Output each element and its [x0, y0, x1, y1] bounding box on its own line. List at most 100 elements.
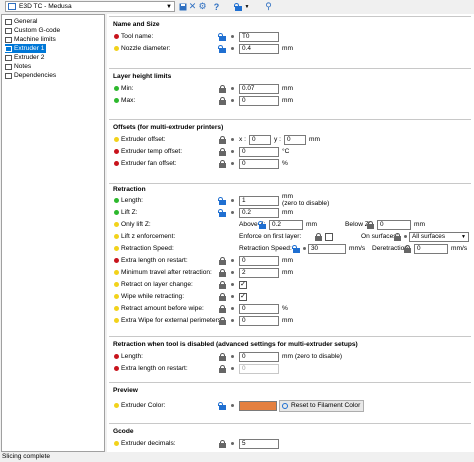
bullet-icon	[231, 150, 234, 153]
tree-item-dependencies[interactable]: Dependencies	[5, 71, 56, 80]
bullet-icon	[303, 247, 306, 250]
simple-indicator	[114, 98, 119, 103]
unit: mm	[282, 209, 293, 216]
locked-icon[interactable]	[219, 281, 226, 289]
search-icon[interactable]: ⚲	[264, 1, 273, 12]
locked-icon[interactable]	[219, 353, 226, 361]
unit: mm	[282, 193, 293, 200]
locked-icon[interactable]	[219, 257, 226, 265]
row-nozzle-diameter: Nozzle diameter: 0.4 mm	[109, 44, 471, 54]
extruder-color-swatch[interactable]	[239, 401, 277, 411]
unit: mm/s	[349, 245, 366, 252]
unlocked-icon[interactable]	[218, 33, 226, 41]
nozzle-diameter-input[interactable]: 0.4	[239, 44, 279, 54]
group-gcode: Gcode Extruder decimals: 5	[109, 423, 471, 452]
retract-length-input[interactable]: 1	[239, 196, 279, 206]
delete-icon[interactable]: ✕	[188, 1, 197, 12]
machine-icon	[5, 36, 12, 43]
lift-z-input[interactable]: 0.2	[239, 208, 279, 218]
advanced-indicator	[114, 318, 119, 323]
tree-item-notes[interactable]: Notes	[5, 62, 31, 71]
unit: mm	[309, 136, 320, 143]
tree-item-custom-gcode[interactable]: Custom G-code	[5, 26, 60, 35]
advanced-indicator	[114, 222, 119, 227]
bullet-icon	[231, 404, 234, 407]
unlocked-icon[interactable]	[218, 402, 226, 410]
locked-icon[interactable]	[219, 305, 226, 313]
extra-restart-input[interactable]: 0	[239, 256, 279, 266]
tree-item-extruder-1[interactable]: Extruder 1	[5, 44, 47, 53]
label: Nozzle diameter:	[121, 45, 171, 52]
locked-icon[interactable]	[394, 233, 401, 241]
label: Min:	[121, 85, 134, 92]
disabled-extra-input: 0	[239, 364, 279, 374]
bullet-icon	[231, 295, 234, 298]
bullet-icon	[231, 47, 234, 50]
locked-icon[interactable]	[219, 440, 226, 448]
unlocked-icon[interactable]	[292, 245, 300, 253]
offset-y-input[interactable]: 0	[284, 135, 306, 145]
unlocked-icon[interactable]	[258, 221, 266, 229]
unit: mm	[282, 317, 293, 324]
locked-icon[interactable]	[315, 233, 322, 241]
extruder-decimals-input[interactable]: 5	[239, 439, 279, 449]
tree-item-extruder-2[interactable]: Extruder 2	[5, 53, 44, 62]
chevron-down-icon[interactable]: ▼	[244, 1, 250, 12]
save-icon[interactable]	[178, 1, 187, 12]
bullet-icon	[231, 199, 234, 202]
locked-icon[interactable]	[219, 269, 226, 277]
locked-icon[interactable]	[404, 245, 411, 253]
locked-icon[interactable]	[219, 85, 226, 93]
temp-offset-input[interactable]: 0	[239, 147, 279, 157]
below-z-input[interactable]: 0	[377, 220, 411, 230]
group-retraction: Retraction Length: 1 mm (zero to disable…	[109, 183, 471, 343]
tool-name-input[interactable]: T0	[239, 32, 279, 42]
bullet-icon	[231, 271, 234, 274]
tree-item-general[interactable]: General	[5, 17, 37, 26]
locked-icon[interactable]	[219, 97, 226, 105]
above-z-input[interactable]: 0.2	[269, 220, 303, 230]
locked-icon[interactable]	[219, 136, 226, 144]
extra-wipe-input[interactable]: 0	[239, 316, 279, 326]
locked-icon[interactable]	[219, 148, 226, 156]
row-lift-enforcement: Lift z enforcement: Enforce on first lay…	[109, 232, 471, 242]
simple-indicator	[114, 86, 119, 91]
on-surfaces-select[interactable]: All surfaces ▼	[409, 232, 469, 242]
bullet-icon	[231, 211, 234, 214]
retract-layer-change-checkbox[interactable]: ✓	[239, 281, 247, 289]
locked-icon[interactable]	[219, 293, 226, 301]
unit: mm/s	[451, 245, 468, 252]
enforce-first-layer-checkbox[interactable]	[325, 233, 333, 241]
group-layer-height: Layer height limits Min: 0.07 mm Max: 0 …	[109, 68, 471, 117]
min-travel-input[interactable]: 2	[239, 268, 279, 278]
dependencies-icon	[5, 72, 12, 79]
help-icon[interactable]: ?	[212, 1, 221, 12]
locked-icon[interactable]	[219, 317, 226, 325]
max-input[interactable]: 0	[239, 96, 279, 106]
retraction-speed-input[interactable]: 30	[308, 244, 346, 254]
group-retraction-disabled: Retraction when tool is disabled (advanc…	[109, 336, 471, 380]
tree-item-machine-limits[interactable]: Machine limits	[5, 35, 56, 44]
fan-offset-input[interactable]: 0	[239, 159, 279, 169]
locked-icon[interactable]	[367, 221, 374, 229]
unlocked-icon[interactable]	[218, 197, 226, 205]
unlocked-icon[interactable]	[218, 209, 226, 217]
lock-icon[interactable]	[234, 1, 243, 12]
advanced-indicator	[114, 306, 119, 311]
profile-combo[interactable]: E3D TC - Medusa ▼	[5, 1, 175, 12]
retract-amount-input[interactable]: 0	[239, 304, 279, 314]
locked-icon[interactable]	[219, 365, 226, 373]
compare-icon[interactable]: ⚙	[198, 1, 207, 12]
wipe-checkbox[interactable]: ✓	[239, 293, 247, 301]
group-title: Gcode	[113, 428, 134, 435]
unlocked-icon[interactable]	[218, 45, 226, 53]
min-input[interactable]: 0.07	[239, 84, 279, 94]
extruder-icon	[5, 54, 12, 61]
row-retract-amount: Retract amount before wipe: 0 %	[109, 304, 471, 314]
locked-icon[interactable]	[219, 160, 226, 168]
disabled-length-input[interactable]: 0	[239, 352, 279, 362]
reset-icon	[282, 403, 288, 409]
offset-x-input[interactable]: 0	[249, 135, 271, 145]
deretraction-speed-input[interactable]: 0	[414, 244, 448, 254]
reset-filament-color-button[interactable]: Reset to Filament Color	[279, 400, 365, 412]
